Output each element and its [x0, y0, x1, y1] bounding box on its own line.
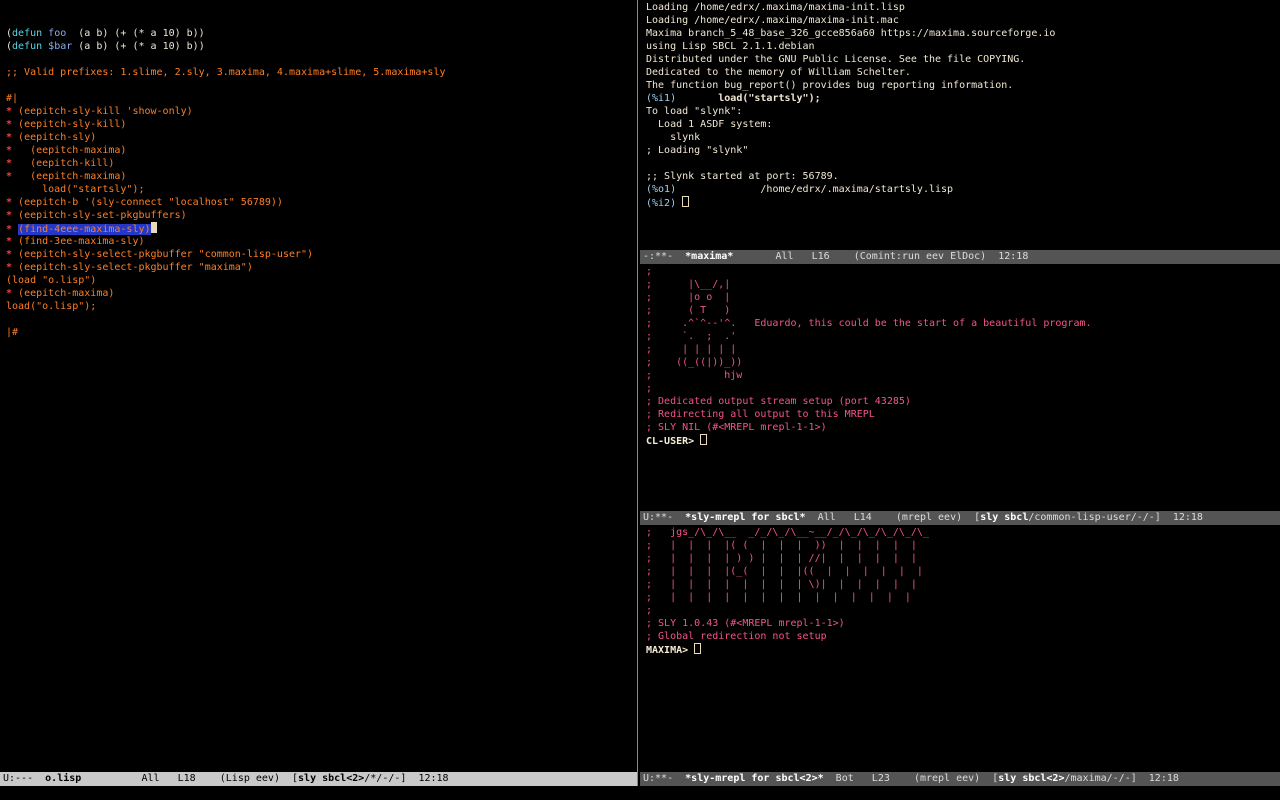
buffer-line: * (eepitch-maxima): [6, 170, 637, 183]
buffer-o-lisp[interactable]: (defun foo (a b) (+ (* a 10) b))(defun $…: [0, 0, 637, 772]
buffer-line: ;: [646, 604, 1280, 617]
buffer-maxima[interactable]: Loading /home/edrx/.maxima/maxima-init.l…: [640, 0, 1280, 250]
buffer-line: (load "o.lisp"): [6, 274, 637, 287]
buffer-line: ; Redirecting all output to this MREPL: [646, 408, 1280, 421]
buffer-line: ; | | | |(_( | | |(( | | | | | |: [646, 565, 1280, 578]
buffer-line: [646, 157, 1280, 170]
buffer-line: ; | | | | | | | | \)| | | | | |: [646, 578, 1280, 591]
buffer-line: * (eepitch-sly-kill 'show-only): [6, 105, 637, 118]
buffer-line: Load 1 ASDF system:: [646, 118, 1280, 131]
buffer-line: ; | | | | | | | | | | | | | |: [646, 591, 1280, 604]
buffer-line: * (eepitch-sly-select-pkgbuffer "maxima"…: [6, 261, 637, 274]
echo-area: [0, 786, 1280, 800]
buffer-line: |#: [6, 326, 637, 339]
buffer-line: * (eepitch-b '(sly-connect "localhost" 5…: [6, 196, 637, 209]
buffer-line: ; jgs_/\_/\__ _/_/\_/\__~__/_/\_/\_/\_/\…: [646, 526, 1280, 539]
modeline-maxima[interactable]: -:**- *maxima* All L16 (Comint:run eev E…: [640, 250, 1280, 264]
buffer-line: ; .^`^--'^. Eduardo, this could be the s…: [646, 317, 1280, 330]
buffer-line: * (find-3ee-maxima-sly): [6, 235, 637, 248]
window-maxima[interactable]: Loading /home/edrx/.maxima/maxima-init.l…: [640, 0, 1280, 264]
buffer-sly-mrepl-sbcl[interactable]: ;; |\__/,|; |o o |; ( T ); .^`^--'^. Edu…: [640, 264, 1280, 511]
buffer-line: ; | | | | |: [646, 343, 1280, 356]
buffer-line: * (find-4eee-maxima-sly): [6, 222, 637, 235]
buffer-line: * (eepitch-sly-set-pkgbuffers): [6, 209, 637, 222]
buffer-line: ; hjw: [646, 369, 1280, 382]
text-cursor: [700, 434, 707, 445]
window-sly-mrepl-sbcl[interactable]: ;; |\__/,|; |o o |; ( T ); .^`^--'^. Edu…: [640, 264, 1280, 525]
buffer-line: ;; Slynk started at port: 56789.: [646, 170, 1280, 183]
buffer-line: ; | | | |( ( | | | )) | | | | |: [646, 539, 1280, 552]
buffer-line: ; Loading "slynk": [646, 144, 1280, 157]
buffer-line: ; SLY 1.0.43 (#<MREPL mrepl-1-1>): [646, 617, 1280, 630]
buffer-line: [6, 79, 637, 92]
buffer-line: ;: [646, 265, 1280, 278]
buffer-line: load("startsly");: [6, 183, 637, 196]
buffer-line: ;; Valid prefixes: 1.slime, 2.sly, 3.max…: [6, 66, 637, 79]
buffer-line: ; ((_((|))_)): [646, 356, 1280, 369]
buffer-line: load("o.lisp");: [6, 300, 637, 313]
buffer-line: (%i2): [646, 196, 1280, 209]
buffer-line: ; Dedicated output stream setup (port 43…: [646, 395, 1280, 408]
buffer-line: MAXIMA>: [646, 643, 1280, 656]
buffer-line: (defun foo (a b) (+ (* a 10) b)): [6, 27, 637, 40]
buffer-line: ; |o o |: [646, 291, 1280, 304]
buffer-line: (%o1) /home/edrx/.maxima/startsly.lisp: [646, 183, 1280, 196]
buffer-line: #|: [6, 92, 637, 105]
buffer-line: ; `. ; .': [646, 330, 1280, 343]
buffer-line: [6, 53, 637, 66]
buffer-sly-mrepl-sbcl-2[interactable]: ; jgs_/\_/\__ _/_/\_/\__~__/_/\_/\_/\_/\…: [640, 525, 1280, 772]
buffer-line: [6, 14, 637, 27]
buffer-line: slynk: [646, 131, 1280, 144]
buffer-line: Loading /home/edrx/.maxima/maxima-init.m…: [646, 14, 1280, 27]
buffer-line: (defun $bar (a b) (+ (* a 10) b)): [6, 40, 637, 53]
window-sly-mrepl-sbcl-2[interactable]: ; jgs_/\_/\__ _/_/\_/\__~__/_/\_/\_/\_/\…: [640, 525, 1280, 786]
buffer-line: [6, 1, 637, 14]
buffer-line: * (eepitch-sly-select-pkgbuffer "common-…: [6, 248, 637, 261]
buffer-line: Loading /home/edrx/.maxima/maxima-init.l…: [646, 1, 1280, 14]
text-cursor: [682, 196, 689, 207]
buffer-line: CL-USER>: [646, 434, 1280, 447]
buffer-line: ; Global redirection not setup: [646, 630, 1280, 643]
buffer-line: Distributed under the GNU Public License…: [646, 53, 1280, 66]
buffer-line: ; SLY NIL (#<MREPL mrepl-1-1>): [646, 421, 1280, 434]
buffer-line: ;: [646, 382, 1280, 395]
modeline-o-lisp[interactable]: U:--- o.lisp All L18 (Lisp eev) [sly sbc…: [0, 772, 637, 786]
text-cursor: [151, 222, 157, 233]
buffer-line: ; |\__/,|: [646, 278, 1280, 291]
buffer-line: (%i1) load("startsly");: [646, 92, 1280, 105]
buffer-line: The function bug_report() provides bug r…: [646, 79, 1280, 92]
window-o-lisp[interactable]: (defun foo (a b) (+ (* a 10) b))(defun $…: [0, 0, 637, 786]
text-cursor: [694, 643, 701, 654]
buffer-line: ; | | | | ) ) | | | //| | | | | |: [646, 552, 1280, 565]
buffer-line: * (eepitch-sly-kill): [6, 118, 637, 131]
buffer-line: ; ( T ): [646, 304, 1280, 317]
buffer-line: * (eepitch-kill): [6, 157, 637, 170]
buffer-line: * (eepitch-maxima): [6, 287, 637, 300]
buffer-line: To load "slynk":: [646, 105, 1280, 118]
buffer-line: Maxima branch_5_48_base_326_gcce856a60 h…: [646, 27, 1280, 40]
buffer-line: * (eepitch-maxima): [6, 144, 637, 157]
buffer-line: * (eepitch-sly): [6, 131, 637, 144]
emacs-frame: (defun foo (a b) (+ (* a 10) b))(defun $…: [0, 0, 1280, 800]
modeline-sly-mrepl-sbcl[interactable]: U:**- *sly-mrepl for sbcl* All L14 (mrep…: [640, 511, 1280, 525]
modeline-sly-mrepl-sbcl-2[interactable]: U:**- *sly-mrepl for sbcl<2>* Bot L23 (m…: [640, 772, 1280, 786]
buffer-line: using Lisp SBCL 2.1.1.debian: [646, 40, 1280, 53]
buffer-line: [6, 313, 637, 326]
buffer-line: Dedicated to the memory of William Schel…: [646, 66, 1280, 79]
